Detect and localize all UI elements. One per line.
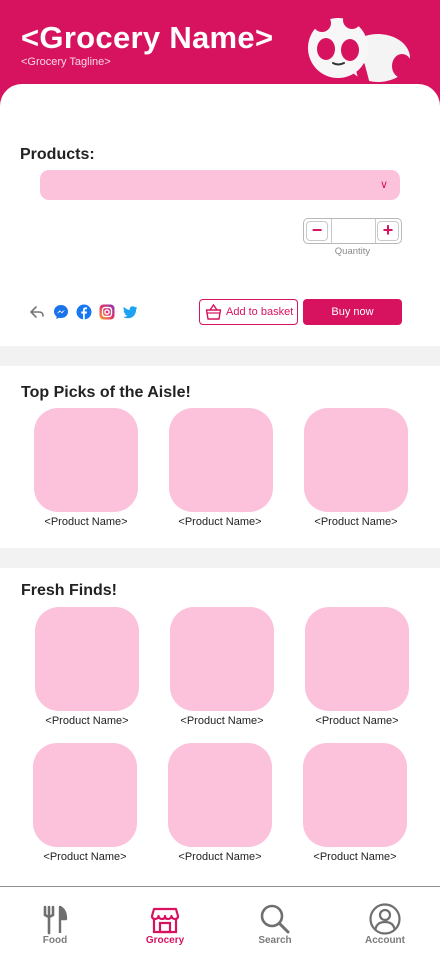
- search-icon: [260, 904, 290, 934]
- user-icon: [369, 903, 401, 935]
- product-image[interactable]: [305, 607, 409, 711]
- product-name[interactable]: <Product Name>: [295, 851, 415, 863]
- add-to-basket-button[interactable]: Add to basket: [199, 299, 298, 325]
- add-to-basket-label: Add to basket: [226, 306, 294, 318]
- product-image[interactable]: [170, 607, 274, 711]
- product-image[interactable]: [169, 408, 273, 512]
- quantity-stepper[interactable]: − +: [303, 218, 402, 244]
- twitter-icon[interactable]: [122, 304, 138, 320]
- nav-label: Search: [258, 935, 292, 946]
- top-picks-title: Top Picks of the Aisle!: [21, 384, 191, 401]
- facebook-icon[interactable]: [76, 304, 92, 320]
- quantity-input[interactable]: [331, 219, 376, 243]
- storefront-icon: [150, 907, 180, 934]
- product-image[interactable]: [304, 408, 408, 512]
- products-label: Products:: [20, 146, 95, 163]
- nav-label: Account: [365, 935, 405, 946]
- fresh-finds-title: Fresh Finds!: [21, 582, 118, 599]
- product-image[interactable]: [168, 743, 272, 847]
- grocery-name: <Grocery Name>: [21, 20, 274, 55]
- quantity-label: Quantity: [334, 246, 371, 257]
- section-divider: [0, 548, 440, 568]
- nav-item-account[interactable]: Account: [330, 887, 440, 955]
- nav-item-search[interactable]: Search: [220, 887, 330, 955]
- product-name[interactable]: <Product Name>: [26, 516, 146, 528]
- instagram-icon[interactable]: [99, 304, 115, 320]
- nav-label: Food: [42, 935, 68, 946]
- product-name[interactable]: <Product Name>: [27, 715, 147, 727]
- product-name[interactable]: <Product Name>: [160, 516, 280, 528]
- fork-knife-icon: [43, 905, 68, 935]
- product-name[interactable]: <Product Name>: [297, 715, 417, 727]
- product-image[interactable]: [33, 743, 137, 847]
- chevron-down-icon: ∨: [379, 179, 388, 191]
- product-dropdown[interactable]: ∨: [40, 170, 400, 200]
- nav-label: Grocery: [145, 935, 185, 946]
- nav-item-grocery[interactable]: Grocery: [110, 887, 220, 955]
- nav-item-food[interactable]: Food: [0, 887, 110, 955]
- product-image[interactable]: [35, 607, 139, 711]
- product-image[interactable]: [303, 743, 407, 847]
- section-divider: [0, 346, 440, 366]
- share-icon[interactable]: [29, 304, 45, 320]
- grocery-tagline: <Grocery Tagline>: [21, 56, 111, 68]
- bottom-nav: Food Grocery Search Account: [0, 886, 440, 956]
- increase-quantity-button[interactable]: +: [377, 221, 399, 241]
- product-name[interactable]: <Product Name>: [25, 851, 145, 863]
- product-name[interactable]: <Product Name>: [162, 715, 282, 727]
- basket-icon: [205, 303, 222, 320]
- product-name[interactable]: <Product Name>: [296, 516, 416, 528]
- messenger-icon[interactable]: [53, 304, 69, 320]
- product-name[interactable]: <Product Name>: [160, 851, 280, 863]
- product-image[interactable]: [34, 408, 138, 512]
- buy-now-button[interactable]: Buy now: [303, 299, 402, 325]
- decrease-quantity-button[interactable]: −: [306, 221, 328, 241]
